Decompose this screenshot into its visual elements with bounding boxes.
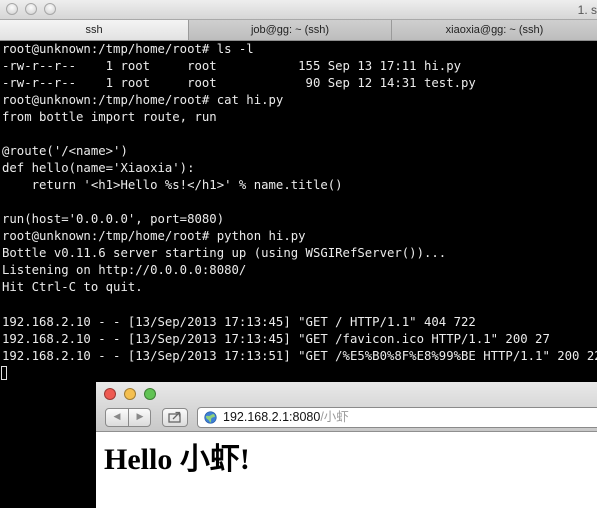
- share-button[interactable]: [162, 408, 188, 427]
- tab-label: xiaoxia@gg: ~ (ssh): [445, 24, 544, 36]
- terminal-line: Bottle v0.11.6 server starting up (using…: [2, 246, 447, 260]
- browser-minimize-button[interactable]: [124, 388, 136, 400]
- url-text: 192.168.2.1:8080/小虾: [223, 408, 349, 427]
- nav-button-group: ◀ ▶: [105, 408, 151, 427]
- terminal-zoom-button[interactable]: [44, 3, 56, 15]
- terminal-line: run(host='0.0.0.0', port=8080): [2, 212, 225, 226]
- browser-zoom-button[interactable]: [144, 388, 156, 400]
- terminal-close-button[interactable]: [6, 3, 18, 15]
- forward-button[interactable]: ▶: [129, 409, 151, 426]
- address-bar[interactable]: 192.168.2.1:8080/小虾: [197, 407, 597, 428]
- tab-label: ssh: [85, 24, 103, 36]
- terminal-line: 192.168.2.10 - - [13/Sep/2013 17:13:45] …: [2, 332, 550, 346]
- terminal-line: -rw-r--r-- 1 root root 155 Sep 13 17:11 …: [2, 59, 462, 73]
- tab-job-ssh[interactable]: job@gg: ~ (ssh): [188, 20, 391, 40]
- terminal-line: @route('/<name>'): [2, 144, 128, 158]
- tab-ssh[interactable]: ssh: [0, 20, 188, 40]
- terminal-minimize-button[interactable]: [25, 3, 37, 15]
- url-path: /小虾: [320, 410, 349, 424]
- globe-icon: [204, 411, 217, 424]
- terminal-line: def hello(name='Xiaoxia'):: [2, 161, 195, 175]
- url-host: 192.168.2.1:8080: [223, 410, 321, 424]
- browser-toolbar: ◀ ▶ 192.168.2.1:8080/小虾: [96, 382, 597, 432]
- back-arrow-icon: ◀: [113, 412, 121, 422]
- share-icon: [168, 411, 181, 423]
- terminal-titlebar: 1. ss: [0, 0, 597, 20]
- terminal-line: Hit Ctrl-C to quit.: [2, 280, 143, 294]
- terminal-line: Listening on http://0.0.0.0:8080/: [2, 263, 247, 277]
- forward-arrow-icon: ▶: [136, 412, 144, 422]
- terminal-tab-bar: ssh job@gg: ~ (ssh) xiaoxia@gg: ~ (ssh): [0, 20, 597, 41]
- page-heading: Hello 小虾!: [104, 443, 250, 476]
- terminal-line: return '<h1>Hello %s!</h1>' % name.title…: [2, 178, 343, 192]
- terminal-line: -rw-r--r-- 1 root root 90 Sep 12 14:31 t…: [2, 76, 476, 90]
- terminal-line: root@unknown:/tmp/home/root# ls -l: [2, 42, 254, 56]
- terminal-line: 192.168.2.10 - - [13/Sep/2013 17:13:51] …: [2, 349, 597, 363]
- terminal-cursor: [1, 366, 7, 380]
- terminal-line: 192.168.2.10 - - [13/Sep/2013 17:13:45] …: [2, 315, 476, 329]
- terminal-line: root@unknown:/tmp/home/root# cat hi.py: [2, 93, 284, 107]
- tab-xiaoxia-ssh[interactable]: xiaoxia@gg: ~ (ssh): [391, 20, 597, 40]
- back-button[interactable]: ◀: [106, 409, 128, 426]
- browser-window: ◀ ▶ 192.168.2.1:8080/小虾 Hello 小虾!: [96, 382, 597, 508]
- terminal-line: from bottle import route, run: [2, 110, 217, 124]
- tab-label: job@gg: ~ (ssh): [250, 24, 330, 36]
- browser-close-button[interactable]: [104, 388, 116, 400]
- terminal-line: root@unknown:/tmp/home/root# python hi.p…: [2, 229, 306, 243]
- terminal-window-title: 1. ss: [577, 3, 597, 17]
